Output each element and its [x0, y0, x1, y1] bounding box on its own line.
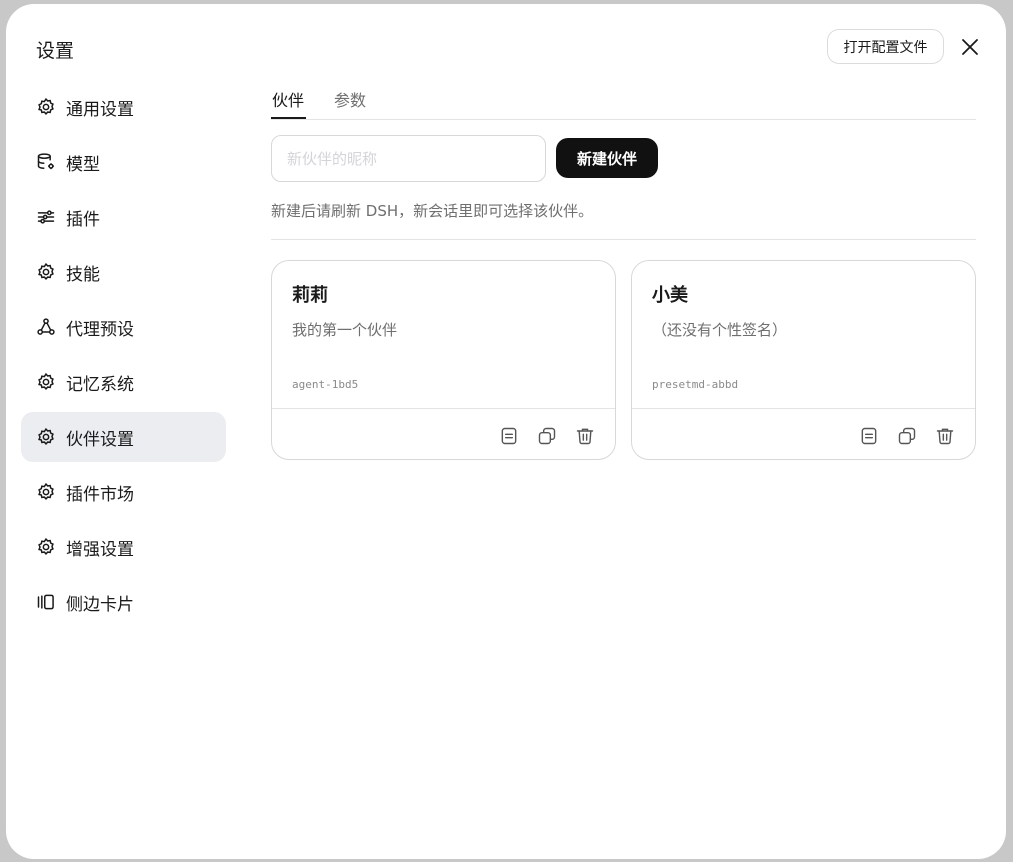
tab-companions[interactable]: 伙伴	[272, 87, 304, 111]
gear-icon	[35, 261, 57, 283]
open-config-file-button[interactable]: 打开配置文件	[827, 29, 944, 64]
companion-name: 小美	[652, 285, 688, 306]
share-nodes-icon	[35, 316, 57, 338]
sidebar-item-side-cards[interactable]: 侧边卡片	[21, 577, 226, 627]
sidebar-item-plugin-market[interactable]: 插件市场	[21, 467, 226, 517]
sidebar-item-skills[interactable]: 技能	[21, 247, 226, 297]
sidebar-item-models[interactable]: 模型	[21, 137, 226, 187]
sidebar-item-enhanced[interactable]: 增强设置	[21, 522, 226, 572]
companion-id: agent-1bd5	[292, 378, 359, 391]
companion-signature: （还没有个性签名）	[652, 321, 788, 339]
sidebar-item-label: 代理预设	[66, 319, 134, 340]
companion-name-input[interactable]	[271, 135, 546, 182]
copy-icon[interactable]	[895, 424, 919, 448]
sidebar-item-label: 技能	[66, 264, 100, 285]
sidebar-item-label: 插件市场	[66, 484, 134, 505]
side-cards-icon	[35, 591, 57, 613]
sidebar-item-label: 增强设置	[66, 539, 134, 560]
trash-icon[interactable]	[573, 424, 597, 448]
trash-icon[interactable]	[933, 424, 957, 448]
card-actions	[857, 424, 957, 448]
copy-icon[interactable]	[535, 424, 559, 448]
companion-card: 小美 （还没有个性签名） presetmd-abbd	[631, 260, 976, 460]
sidebar-item-general[interactable]: 通用设置	[21, 82, 226, 132]
tab-parameters[interactable]: 参数	[334, 87, 366, 111]
dialog-title: 设置	[36, 40, 75, 62]
card-divider	[632, 408, 975, 409]
companion-id: presetmd-abbd	[652, 378, 739, 391]
sidebar-item-label: 插件	[66, 209, 100, 230]
gear-icon	[35, 96, 57, 118]
tab-bar: 伙伴 参数	[271, 84, 976, 120]
companion-signature: 我的第一个伙伴	[292, 321, 398, 339]
sidebar-item-label: 通用设置	[66, 99, 134, 120]
gear-icon	[35, 371, 57, 393]
gear-icon	[35, 536, 57, 558]
sidebar-item-label: 模型	[66, 154, 100, 175]
sliders-icon	[35, 206, 57, 228]
sidebar-item-label: 伙伴设置	[66, 429, 134, 450]
sidebar-item-label: 记忆系统	[66, 374, 134, 395]
hint-text: 新建后请刷新 DSH，新会话里即可选择该伙伴。	[271, 202, 594, 220]
close-icon[interactable]	[958, 35, 982, 59]
card-divider	[272, 408, 615, 409]
sidebar-nav: 通用设置 模型 插件 技能 代理预设 记忆系统 伙伴设置 插件市场 增强设置 侧…	[21, 82, 226, 632]
gear-icon	[35, 481, 57, 503]
sidebar-item-companions[interactable]: 伙伴设置	[21, 412, 226, 462]
new-companion-button[interactable]: 新建伙伴	[556, 138, 658, 178]
sidebar-item-memory[interactable]: 记忆系统	[21, 357, 226, 407]
document-icon[interactable]	[497, 424, 521, 448]
companion-card: 莉莉 我的第一个伙伴 agent-1bd5	[271, 260, 616, 460]
document-icon[interactable]	[857, 424, 881, 448]
divider	[271, 239, 976, 240]
sidebar-item-agent-presets[interactable]: 代理预设	[21, 302, 226, 352]
active-tab-indicator	[271, 117, 306, 119]
database-gear-icon	[35, 151, 57, 173]
sidebar-item-label: 侧边卡片	[66, 594, 134, 615]
companion-name: 莉莉	[292, 285, 328, 306]
card-actions	[497, 424, 597, 448]
settings-dialog: 设置 打开配置文件 通用设置 模型 插件 技能 代理预设 记忆系统 伙伴设置 插…	[6, 4, 1006, 859]
sidebar-item-plugins[interactable]: 插件	[21, 192, 226, 242]
gear-icon	[35, 426, 57, 448]
